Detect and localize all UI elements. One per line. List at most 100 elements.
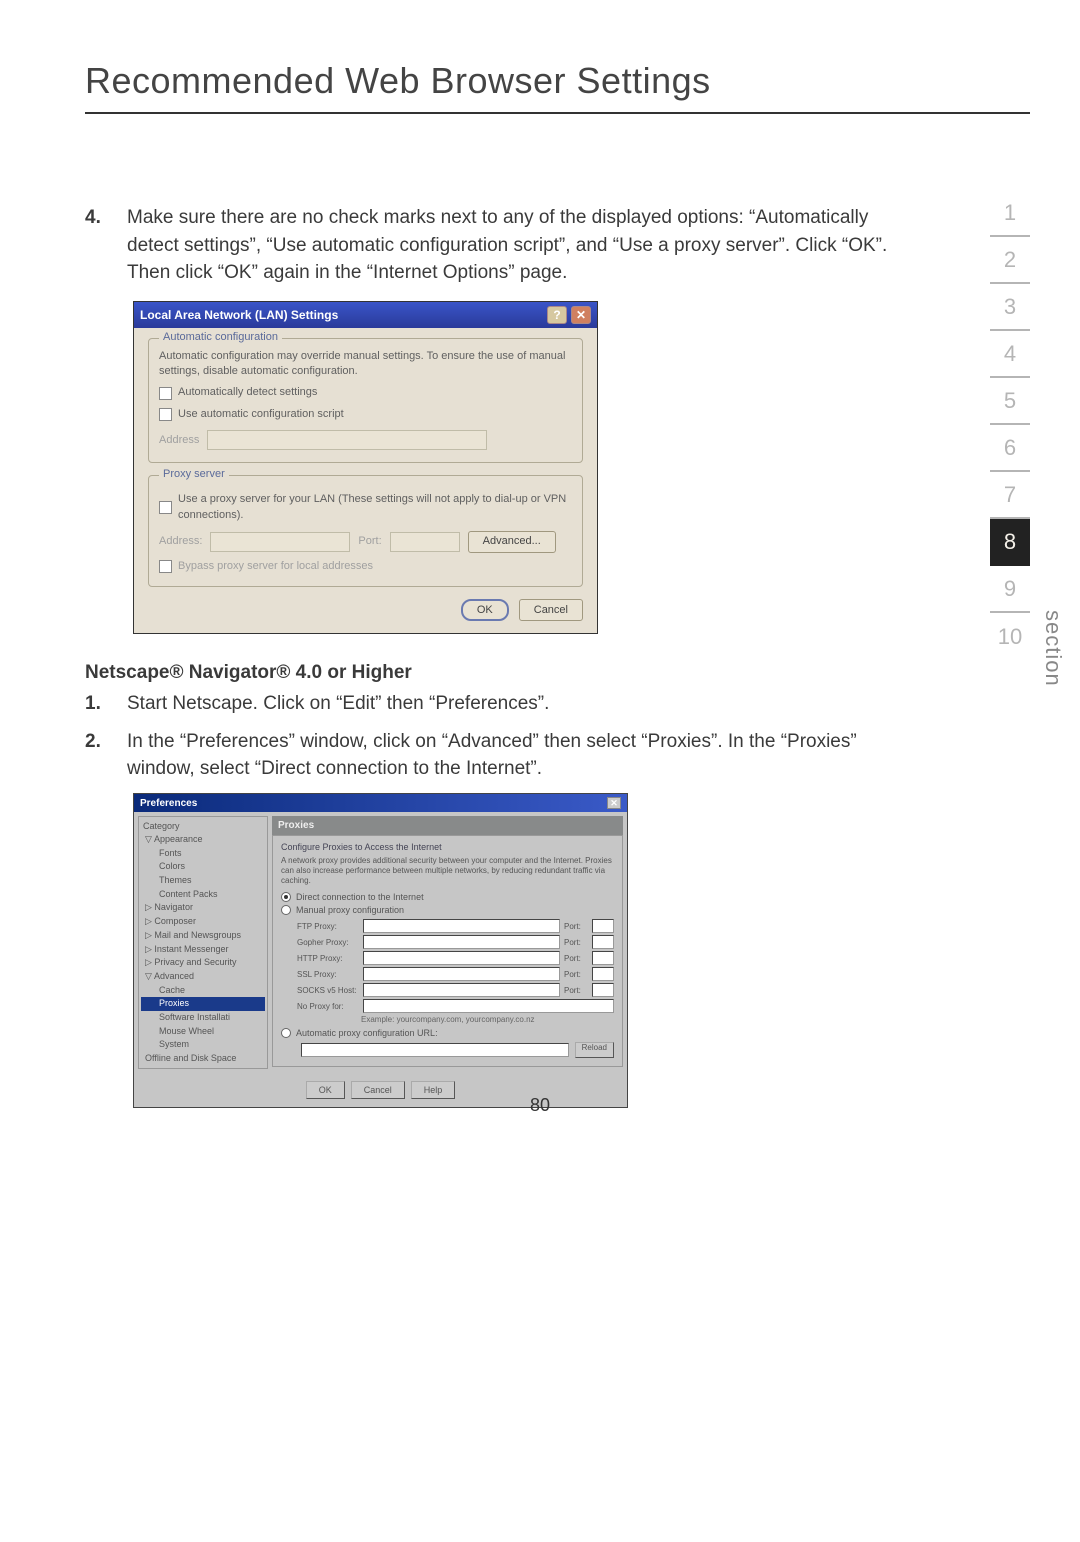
auto-radio[interactable] [281,1028,291,1038]
port-input[interactable] [592,935,614,949]
dialog-title: Local Area Network (LAN) Settings [140,308,338,322]
proxy-group: Proxy server Use a proxy server for your… [148,475,583,587]
proxy-input[interactable] [363,919,560,933]
tree-item[interactable]: Cache [141,984,265,998]
advanced-button[interactable]: Advanced... [468,531,556,553]
dialog-titlebar: Local Area Network (LAN) Settings ? ✕ [134,302,597,328]
tree-item[interactable]: ▷ Mail and Newsgroups [141,929,265,943]
proxy-input[interactable] [363,983,560,997]
step-number: 2. [85,728,127,783]
auto-detect-checkbox[interactable] [159,387,172,400]
direct-radio[interactable] [281,892,291,902]
example-text: Example: yourcompany.com, yourcompany.co… [281,1015,614,1024]
address-input[interactable] [207,430,487,450]
port-label: Port: [564,970,588,979]
tree-item[interactable]: ▷ Instant Messenger [141,943,265,957]
proxy-label: No Proxy for: [297,1002,359,1011]
section-tab-10[interactable]: 10 [990,613,1030,660]
section-tab-4[interactable]: 4 [990,331,1030,378]
proxy-label: SOCKS v5 Host: [297,986,359,995]
proxy-label: Gopher Proxy: [297,938,359,947]
step-number: 4. [85,204,127,287]
step-4: 4. Make sure there are no check marks ne… [85,204,890,287]
netscape-heading: Netscape® Navigator® 4.0 or Higher [85,662,890,684]
bypass-label: Bypass proxy server for local addresses [178,559,373,574]
step-text: In the “Preferences” window, click on “A… [127,728,890,783]
bypass-checkbox[interactable] [159,560,172,573]
autoconfig-group: Automatic configuration Automatic config… [148,338,583,464]
autoconfig-desc: Automatic configuration may override man… [159,349,572,380]
proxy-port-input[interactable] [390,532,460,552]
tree-item[interactable]: Offline and Disk Space [141,1052,265,1066]
auto-radio-label: Automatic proxy configuration URL: [296,1028,438,1038]
section-tab-7[interactable]: 7 [990,472,1030,519]
tree-item[interactable]: Mouse Wheel [141,1025,265,1039]
proxy-fields: FTP Proxy: Port: Gopher Proxy: Port: HTTP … [297,919,614,1013]
proxy-port-label: Port: [358,534,381,549]
proxy-input[interactable] [363,999,614,1013]
close-icon[interactable]: ✕ [571,306,591,324]
proxy-input[interactable] [363,967,560,981]
tree-item[interactable]: Content Packs [141,888,265,902]
step-ns-2: 2. In the “Preferences” window, click on… [85,728,890,783]
cancel-button[interactable]: Cancel [519,599,583,621]
section-tab-2[interactable]: 2 [990,237,1030,284]
lan-settings-dialog: Local Area Network (LAN) Settings ? ✕ Au… [133,301,598,635]
proxy-input[interactable] [363,935,560,949]
section-tab-1[interactable]: 1 [990,190,1030,237]
category-tree: Category ▽ Appearance Fonts Colors Theme… [138,816,268,1069]
section-tab-6[interactable]: 6 [990,425,1030,472]
help-icon[interactable]: ? [547,306,567,324]
step-ns-1: 1. Start Netscape. Click on “Edit” then … [85,690,890,718]
address-label: Address [159,433,199,448]
page-title: Recommended Web Browser Settings [85,60,1030,114]
use-proxy-checkbox[interactable] [159,501,172,514]
port-input[interactable] [592,983,614,997]
proxy-address-label: Address: [159,534,202,549]
port-label: Port: [564,938,588,947]
proxy-label: HTTP Proxy: [297,954,359,963]
proxy-input[interactable] [363,951,560,965]
tree-item[interactable]: ▷ Composer [141,915,265,929]
autoconfig-legend: Automatic configuration [159,331,282,343]
tree-item[interactable]: System [141,1038,265,1052]
port-input[interactable] [592,951,614,965]
section-tab-9[interactable]: 9 [990,566,1030,613]
step-text: Make sure there are no check marks next … [127,204,890,287]
port-label: Port: [564,922,588,931]
tree-item[interactable]: Themes [141,874,265,888]
preferences-dialog: Preferences ✕ Category ▽ Appearance Font… [133,793,628,1108]
manual-radio[interactable] [281,905,291,915]
port-input[interactable] [592,967,614,981]
tree-item[interactable]: ▷ Navigator [141,901,265,915]
proxy-legend: Proxy server [159,468,229,480]
tree-item[interactable]: ▷ Privacy and Security [141,956,265,970]
prefs-title: Preferences [140,798,197,809]
tree-item[interactable]: Software Installati [141,1011,265,1025]
port-label: Port: [564,954,588,963]
section-tabs: 1 2 3 4 5 6 7 8 9 10 [990,190,1030,660]
tree-item[interactable]: ▽ Appearance [141,833,265,847]
reload-button[interactable]: Reload [575,1042,614,1058]
close-icon[interactable]: ✕ [607,797,621,809]
manual-radio-label: Manual proxy configuration [296,905,404,915]
prefs-titlebar: Preferences ✕ [134,794,627,812]
auto-script-checkbox[interactable] [159,408,172,421]
port-input[interactable] [592,919,614,933]
tree-item[interactable]: Colors [141,860,265,874]
use-proxy-label: Use a proxy server for your LAN (These s… [178,492,572,523]
section-tab-8[interactable]: 8 [990,519,1030,566]
port-label: Port: [564,986,588,995]
tree-item[interactable]: ▽ Advanced [141,970,265,984]
section-tab-5[interactable]: 5 [990,378,1030,425]
proxy-address-input[interactable] [210,532,350,552]
step-text: Start Netscape. Click on “Edit” then “Pr… [127,690,890,718]
tree-item-proxies[interactable]: Proxies [141,997,265,1011]
tree-item[interactable]: Fonts [141,847,265,861]
ok-button[interactable]: OK [461,599,509,621]
proxy-label: FTP Proxy: [297,922,359,931]
auto-url-input[interactable] [301,1043,569,1057]
section-tab-3[interactable]: 3 [990,284,1030,331]
step-number: 1. [85,690,127,718]
panel-subtitle: Configure Proxies to Access the Internet [281,842,614,852]
